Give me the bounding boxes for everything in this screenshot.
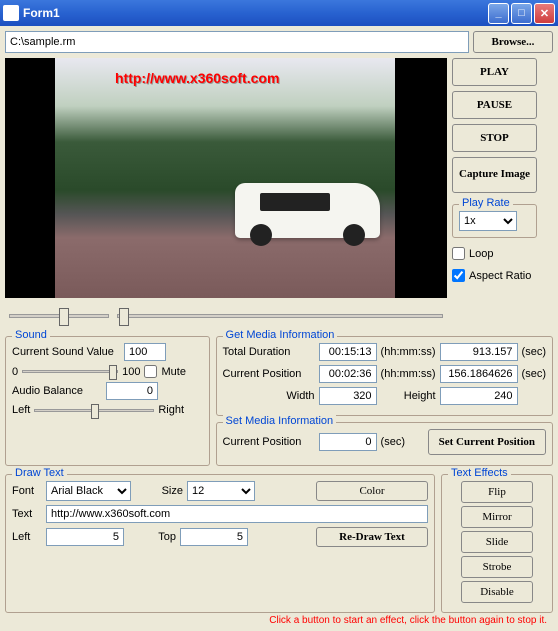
- mute-checkbox[interactable]: [144, 365, 157, 378]
- playrate-legend: Play Rate: [459, 197, 513, 209]
- video-preview: http://www.x360soft.com: [5, 58, 447, 298]
- video-watermark: http://www.x360soft.com: [115, 70, 279, 86]
- volume-min-label: 0: [12, 366, 18, 378]
- mirror-button[interactable]: Mirror: [461, 506, 533, 528]
- font-label: Font: [12, 485, 42, 497]
- set-curpos-input[interactable]: [319, 433, 377, 451]
- strobe-button[interactable]: Strobe: [461, 556, 533, 578]
- sound-legend: Sound: [12, 329, 50, 341]
- close-button[interactable]: ✕: [534, 3, 555, 24]
- minimize-button[interactable]: _: [488, 3, 509, 24]
- car-graphic: [235, 183, 380, 238]
- pause-button[interactable]: PAUSE: [452, 91, 537, 119]
- top-input[interactable]: [180, 528, 248, 546]
- loop-label: Loop: [469, 248, 493, 260]
- balance-left-label: Left: [12, 404, 30, 416]
- app-icon: [3, 5, 19, 21]
- curpos-sec[interactable]: [440, 365, 518, 383]
- mute-label: Mute: [161, 366, 185, 378]
- set-curpos-label: Current Position: [223, 436, 315, 448]
- sound-value-input[interactable]: [124, 343, 166, 361]
- set-media-legend: Set Media Information: [223, 415, 337, 427]
- drawtext-group: Draw Text Font Arial Black Size 12 Color…: [5, 474, 435, 613]
- balance-label: Audio Balance: [12, 385, 102, 397]
- text-label: Text: [12, 508, 42, 520]
- loop-checkbox[interactable]: [452, 247, 465, 260]
- redraw-button[interactable]: Re-Draw Text: [316, 527, 428, 547]
- set-media-group: Set Media Information Current Position (…: [216, 422, 553, 466]
- total-duration-hms[interactable]: [319, 343, 377, 361]
- balance-right-label: Right: [158, 404, 184, 416]
- set-position-button[interactable]: Set Current Position: [428, 429, 546, 455]
- width-label: Width: [223, 390, 315, 402]
- file-path-input[interactable]: [5, 31, 469, 53]
- left-input[interactable]: [46, 528, 124, 546]
- height-input[interactable]: [440, 387, 518, 405]
- position-slider[interactable]: [117, 314, 443, 318]
- hms-unit: (hh:mm:ss): [381, 346, 436, 358]
- texteffects-legend: Text Effects: [448, 467, 511, 479]
- text-input[interactable]: [46, 505, 428, 523]
- top-label: Top: [128, 531, 176, 543]
- curpos-label: Current Position: [223, 368, 315, 380]
- width-input[interactable]: [319, 387, 377, 405]
- playrate-group: Play Rate 1x: [452, 204, 537, 238]
- size-label: Size: [135, 485, 183, 497]
- hint-text: Click a button to start an effect, click…: [5, 615, 553, 626]
- sec-unit2: (sec): [522, 368, 546, 380]
- volume-max-label: 100: [122, 366, 140, 378]
- get-media-legend: Get Media Information: [223, 329, 338, 341]
- sec-unit: (sec): [522, 346, 546, 358]
- sound-group: Sound Current Sound Value 0 100 Mute Aud…: [5, 336, 210, 466]
- size-select[interactable]: 12: [187, 481, 255, 501]
- curpos-hms[interactable]: [319, 365, 377, 383]
- left-label: Left: [12, 531, 42, 543]
- capture-button[interactable]: Capture Image: [452, 157, 537, 193]
- window-title: Form1: [23, 6, 488, 20]
- get-media-group: Get Media Information Total Duration (hh…: [216, 336, 553, 416]
- flip-button[interactable]: Flip: [461, 481, 533, 503]
- texteffects-group: Text Effects Flip Mirror Slide Strobe Di…: [441, 474, 553, 613]
- balance-input[interactable]: [106, 382, 158, 400]
- sound-value-label: Current Sound Value: [12, 346, 120, 358]
- font-select[interactable]: Arial Black: [46, 481, 131, 501]
- playrate-select[interactable]: 1x: [459, 211, 517, 231]
- balance-slider[interactable]: [34, 409, 154, 412]
- volume-slider[interactable]: [22, 370, 118, 373]
- drawtext-legend: Draw Text: [12, 467, 67, 479]
- play-button[interactable]: PLAY: [452, 58, 537, 86]
- aspect-ratio-checkbox[interactable]: [452, 269, 465, 282]
- height-label: Height: [381, 390, 436, 402]
- set-sec-unit: (sec): [381, 436, 405, 448]
- color-button[interactable]: Color: [316, 481, 428, 501]
- slide-button[interactable]: Slide: [461, 531, 533, 553]
- total-duration-label: Total Duration: [223, 346, 315, 358]
- stop-button[interactable]: STOP: [452, 124, 537, 152]
- maximize-button[interactable]: □: [511, 3, 532, 24]
- hms-unit2: (hh:mm:ss): [381, 368, 436, 380]
- aspect-ratio-label: Aspect Ratio: [469, 270, 531, 282]
- seek-slider[interactable]: [9, 314, 109, 318]
- browse-button[interactable]: Browse...: [473, 31, 553, 53]
- total-duration-sec[interactable]: [440, 343, 518, 361]
- titlebar: Form1 _ □ ✕: [0, 0, 558, 26]
